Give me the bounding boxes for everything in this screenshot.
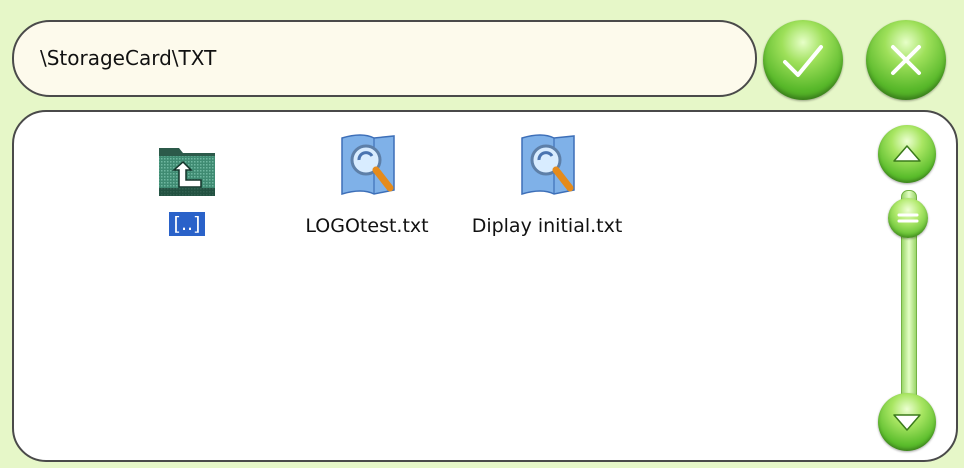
ok-button[interactable] <box>763 20 843 100</box>
scroll-up-button[interactable] <box>878 125 936 183</box>
text-file-search-icon <box>521 134 575 196</box>
grip-lines-icon <box>897 213 919 223</box>
file-label: Diplay initial.txt <box>471 215 623 237</box>
folder-up-icon <box>159 148 215 196</box>
triangle-up-icon <box>893 145 921 162</box>
triangle-down-icon <box>893 414 921 431</box>
scrollbar-thumb[interactable] <box>888 198 928 238</box>
file-label: LOGOtest.txt <box>305 215 429 237</box>
checkmark-icon <box>783 45 823 77</box>
path-bar: \StorageCard\TXT <box>12 20 757 97</box>
scroll-down-button[interactable] <box>878 393 936 451</box>
current-path: \StorageCard\TXT <box>40 46 217 70</box>
cancel-button[interactable] <box>866 20 946 100</box>
x-icon <box>891 45 921 75</box>
file-list-panel: [..] LOGOtest.txt Diplay initial.txt <box>12 110 958 462</box>
text-file-search-icon <box>341 134 395 196</box>
file-item-diplay-initial[interactable]: Diplay initial.txt <box>462 130 632 238</box>
file-item-logotest[interactable]: LOGOtest.txt <box>282 130 452 238</box>
file-label: [..] <box>168 212 206 236</box>
file-item-parent[interactable]: [..] <box>102 140 272 236</box>
